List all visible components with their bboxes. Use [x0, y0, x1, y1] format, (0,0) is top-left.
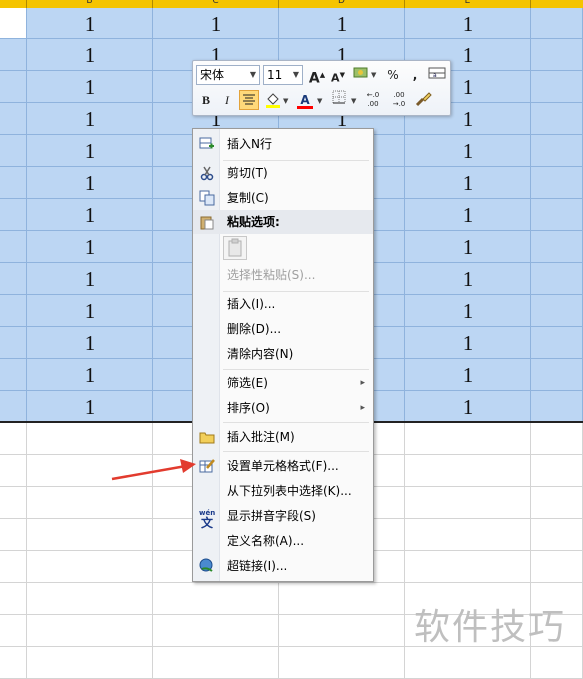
watermark-text: 软件技巧 — [414, 607, 567, 648]
annotation-arrow — [111, 459, 196, 481]
